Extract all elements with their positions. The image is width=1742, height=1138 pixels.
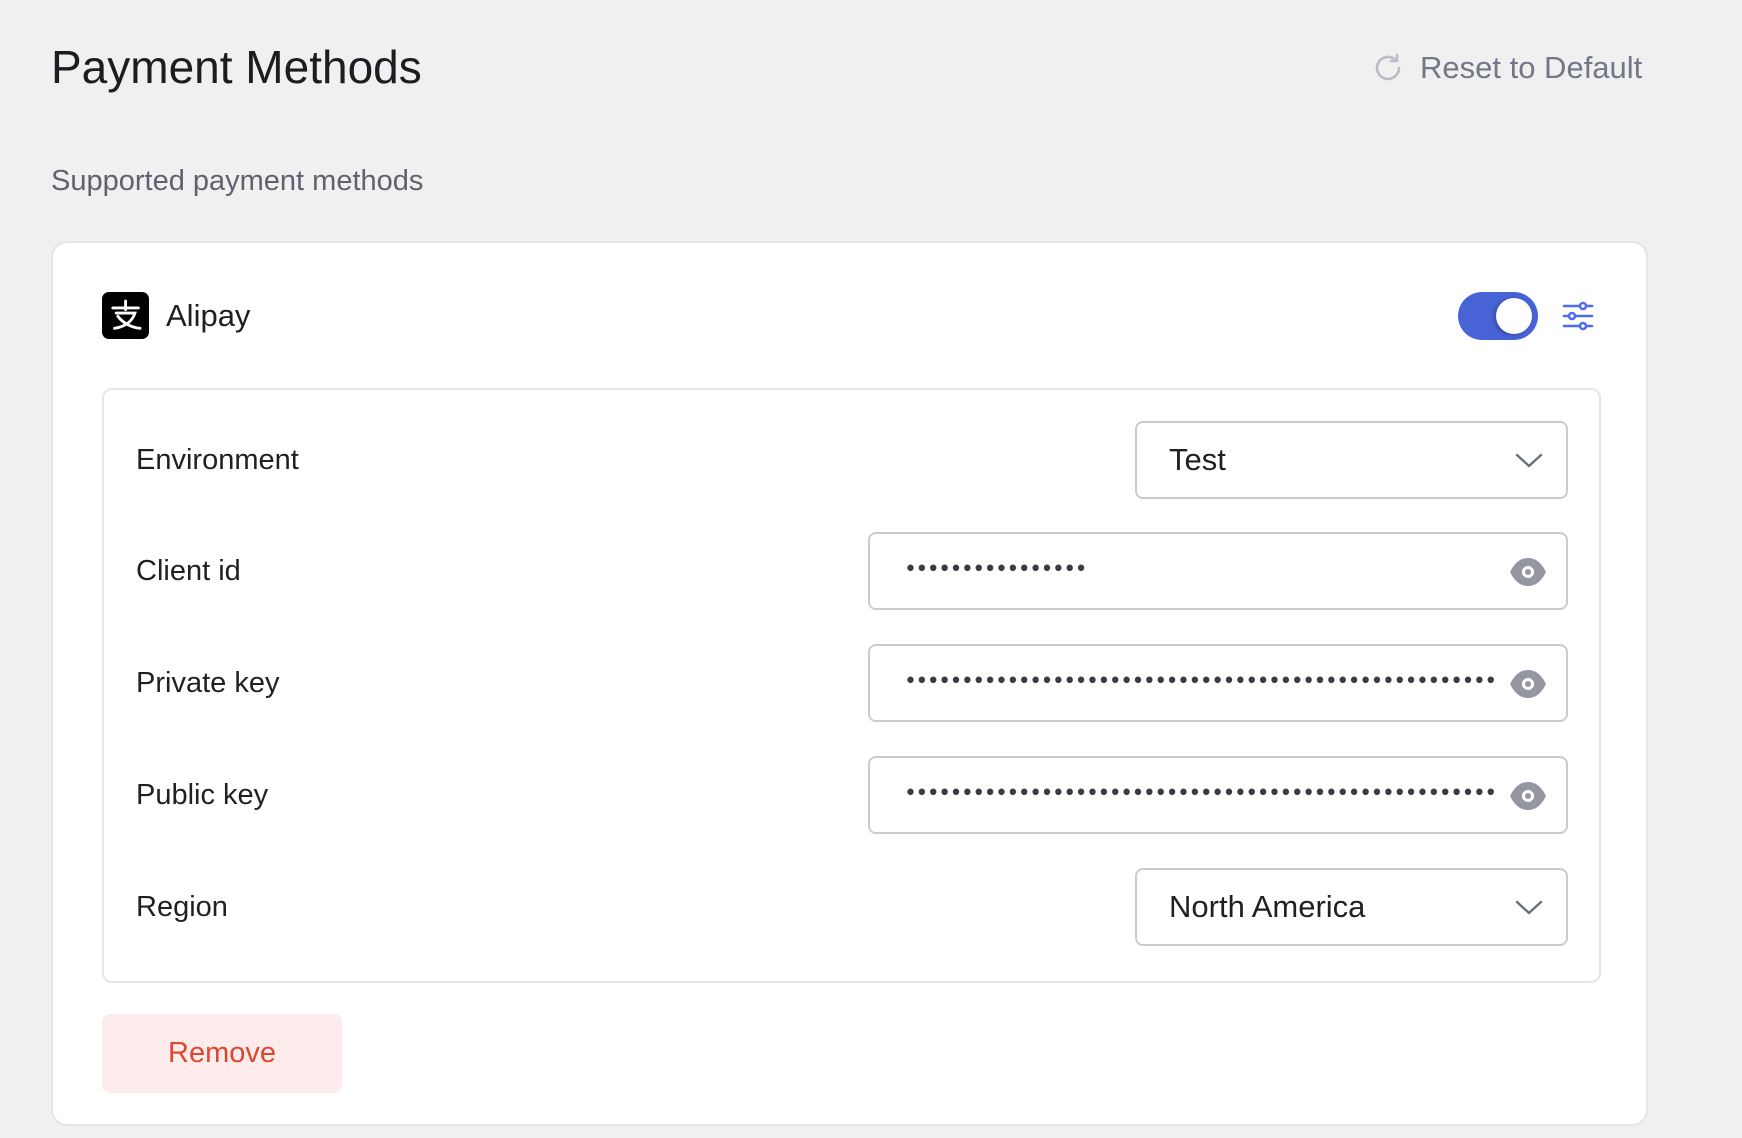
region-select[interactable]: North America xyxy=(1135,868,1568,946)
chevron-down-icon xyxy=(1515,453,1543,468)
eye-icon[interactable] xyxy=(1508,555,1548,589)
payment-method-card: Alipay Environment Test Client id ••••••… xyxy=(51,241,1648,1126)
region-row: Region North America xyxy=(104,868,1599,946)
chevron-down-icon xyxy=(1515,900,1543,915)
environment-value: Test xyxy=(1169,442,1226,477)
sliders-settings-icon[interactable] xyxy=(1561,299,1595,333)
environment-label: Environment xyxy=(136,444,299,476)
client-id-row: Client id •••••••••••••••• xyxy=(104,532,1599,610)
eye-icon[interactable] xyxy=(1508,779,1548,813)
enable-toggle[interactable] xyxy=(1458,292,1538,340)
client-id-input[interactable]: •••••••••••••••• xyxy=(868,532,1568,610)
region-value: North America xyxy=(1169,889,1366,924)
public-key-input[interactable]: ••••••••••••••••••••••••••••••••••••••••… xyxy=(868,756,1568,834)
remove-button[interactable]: Remove xyxy=(102,1014,342,1093)
region-label: Region xyxy=(136,891,228,923)
public-key-value: ••••••••••••••••••••••••••••••••••••••••… xyxy=(904,781,1496,806)
section-subtitle: Supported payment methods xyxy=(51,165,424,197)
client-id-value: •••••••••••••••• xyxy=(904,557,1088,582)
alipay-logo-icon xyxy=(102,292,149,339)
method-name: Alipay xyxy=(166,297,251,333)
page-title: Payment Methods xyxy=(51,41,422,93)
method-header: Alipay xyxy=(102,292,250,339)
public-key-label: Public key xyxy=(136,779,269,811)
private-key-input[interactable]: ••••••••••••••••••••••••••••••••••••••••… xyxy=(868,644,1568,722)
reset-label: Reset to Default xyxy=(1420,50,1643,85)
environment-row: Environment Test xyxy=(104,421,1599,499)
refresh-icon xyxy=(1375,53,1401,81)
toggle-knob xyxy=(1496,298,1532,334)
private-key-label: Private key xyxy=(136,667,280,699)
eye-icon[interactable] xyxy=(1508,667,1548,701)
environment-select[interactable]: Test xyxy=(1135,421,1568,499)
method-config-panel: Environment Test Client id •••••••••••••… xyxy=(102,388,1601,983)
private-key-value: ••••••••••••••••••••••••••••••••••••••••… xyxy=(904,669,1496,694)
public-key-row: Public key •••••••••••••••••••••••••••••… xyxy=(104,756,1599,834)
private-key-row: Private key ••••••••••••••••••••••••••••… xyxy=(104,644,1599,722)
client-id-label: Client id xyxy=(136,555,241,587)
reset-to-default-button[interactable]: Reset to Default xyxy=(1372,50,1642,86)
